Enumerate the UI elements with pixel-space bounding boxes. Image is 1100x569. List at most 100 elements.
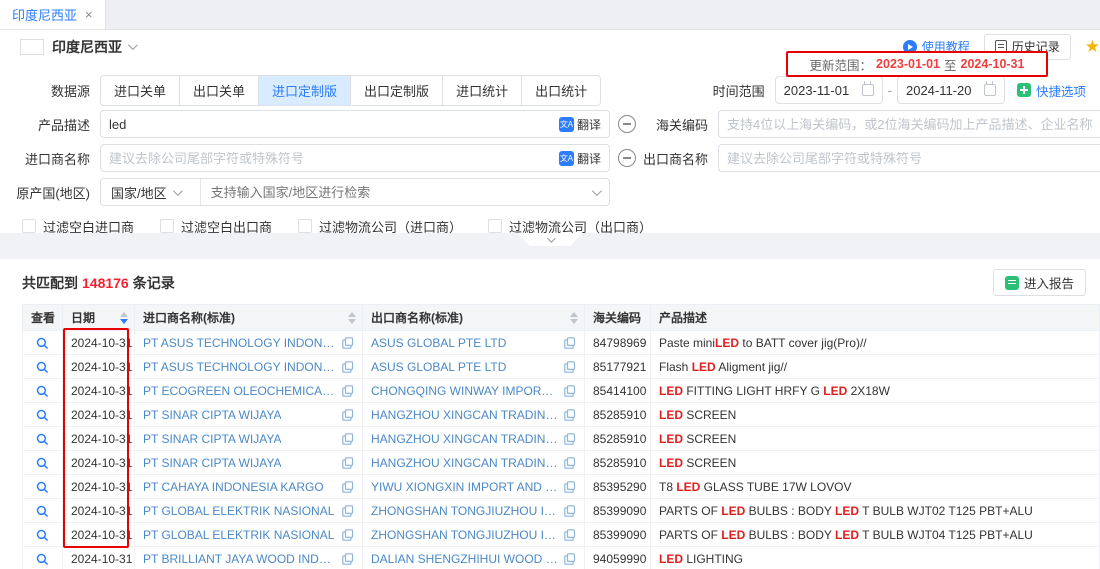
exporter-field[interactable] xyxy=(718,144,1100,172)
copy-icon[interactable] xyxy=(342,457,354,469)
copy-icon[interactable] xyxy=(342,553,354,565)
view-magnifier-icon[interactable] xyxy=(36,481,49,494)
product-desc-input[interactable] xyxy=(109,117,559,132)
checkbox-filter-blank-exporter[interactable]: 过滤空白出口商 xyxy=(160,217,272,236)
tab-export-declarations[interactable]: 出口关单 xyxy=(180,76,259,105)
exclude-icon[interactable] xyxy=(618,149,636,167)
view-cell[interactable] xyxy=(23,451,63,475)
exporter-link[interactable]: ASUS GLOBAL PTE LTD xyxy=(371,360,506,374)
checkbox-filter-blank-importer[interactable]: 过滤空白进口商 xyxy=(22,217,134,236)
exporter-link[interactable]: ZHONGSHAN TONGJIUZHOU INTERNA... xyxy=(371,528,558,542)
view-magnifier-icon[interactable] xyxy=(36,433,49,446)
view-magnifier-icon[interactable] xyxy=(36,529,49,542)
view-magnifier-icon[interactable] xyxy=(36,553,49,566)
view-magnifier-icon[interactable] xyxy=(36,337,49,350)
view-cell[interactable] xyxy=(23,427,63,451)
exporter-link[interactable]: CHONGQING WINWAY IMPORT AND E... xyxy=(371,384,558,398)
copy-icon[interactable] xyxy=(342,337,354,349)
enter-report-button[interactable]: 进入报告 xyxy=(993,269,1086,296)
sort-icons[interactable] xyxy=(348,312,356,324)
tab-import-custom[interactable]: 进口定制版 xyxy=(259,76,351,105)
col-date[interactable]: 日期 xyxy=(63,305,135,331)
sort-icons[interactable] xyxy=(570,312,578,324)
tab-export-stats[interactable]: 出口统计 xyxy=(522,76,600,105)
view-cell[interactable] xyxy=(23,499,63,523)
col-importer[interactable]: 进口商名称(标准) xyxy=(135,305,363,331)
copy-icon[interactable] xyxy=(342,433,354,445)
copy-icon[interactable] xyxy=(564,553,576,565)
quick-options-link[interactable]: 快捷选项 xyxy=(1017,81,1086,100)
view-cell[interactable] xyxy=(23,355,63,379)
view-cell[interactable] xyxy=(23,523,63,547)
copy-icon[interactable] xyxy=(342,481,354,493)
tab-export-custom[interactable]: 出口定制版 xyxy=(351,76,443,105)
copy-icon[interactable] xyxy=(564,529,576,541)
copy-icon[interactable] xyxy=(564,457,576,469)
view-magnifier-icon[interactable] xyxy=(36,457,49,470)
exporter-link[interactable]: YIWU XIONGXIN IMPORT AND EXPORT... xyxy=(371,480,558,494)
importer-input[interactable] xyxy=(109,151,559,166)
exporter-link[interactable]: ASUS GLOBAL PTE LTD xyxy=(371,336,506,350)
exporter-link[interactable]: HANGZHOU XINGCAN TRADING CO LTD xyxy=(371,408,558,422)
view-magnifier-icon[interactable] xyxy=(36,361,49,374)
col-exporter[interactable]: 出口商名称(标准) xyxy=(363,305,585,331)
importer-link[interactable]: PT BRILLIANT JAYA WOOD INDUSTRY xyxy=(143,552,336,566)
tab-indonesia[interactable]: 印度尼西亚 × xyxy=(0,0,106,29)
translate-button[interactable]: 文A 翻译 xyxy=(559,116,601,133)
view-cell[interactable] xyxy=(23,475,63,499)
view-magnifier-icon[interactable] xyxy=(36,385,49,398)
copy-icon[interactable] xyxy=(342,505,354,517)
copy-icon[interactable] xyxy=(564,433,576,445)
hs-code-input[interactable] xyxy=(727,117,1092,132)
importer-link[interactable]: PT SINAR CIPTA WIJAYA xyxy=(143,408,281,422)
tab-import-stats[interactable]: 进口统计 xyxy=(443,76,522,105)
date-from-value[interactable] xyxy=(784,83,860,98)
checkbox-filter-logistics-exporter[interactable]: 过滤物流公司（出口商） xyxy=(488,217,652,236)
copy-icon[interactable] xyxy=(342,409,354,421)
tutorial-link[interactable]: 使用教程 xyxy=(903,38,970,55)
importer-link[interactable]: PT SINAR CIPTA WIJAYA xyxy=(143,456,281,470)
importer-link[interactable]: PT GLOBAL ELEKTRIK NASIONAL xyxy=(143,528,334,542)
copy-icon[interactable] xyxy=(564,409,576,421)
checkbox-filter-logistics-importer[interactable]: 过滤物流公司（进口商） xyxy=(298,217,462,236)
exporter-input[interactable] xyxy=(727,151,1092,166)
copy-icon[interactable] xyxy=(342,361,354,373)
importer-link[interactable]: PT ECOGREEN OLEOCHEMICALS xyxy=(143,384,336,398)
exporter-link[interactable]: DALIAN SHENGZHIHUI WOOD INDUST... xyxy=(371,552,558,566)
view-cell[interactable] xyxy=(23,331,63,355)
view-magnifier-icon[interactable] xyxy=(36,409,49,422)
exporter-link[interactable]: HANGZHOU XINGCAN TRADING CO LTD xyxy=(371,456,558,470)
importer-link[interactable]: PT GLOBAL ELEKTRIK NASIONAL xyxy=(143,504,334,518)
sort-icons[interactable] xyxy=(120,312,128,324)
hs-code-field[interactable] xyxy=(718,110,1100,138)
favorite-star-icon[interactable]: ★ xyxy=(1085,37,1100,57)
origin-search-input[interactable] xyxy=(201,185,592,200)
view-magnifier-icon[interactable] xyxy=(36,505,49,518)
copy-icon[interactable] xyxy=(342,529,354,541)
tab-close-icon[interactable]: × xyxy=(85,7,93,22)
copy-icon[interactable] xyxy=(564,337,576,349)
date-to-input[interactable] xyxy=(897,76,1005,104)
date-from-input[interactable] xyxy=(775,76,883,104)
exclude-icon[interactable] xyxy=(618,115,636,133)
translate-button[interactable]: 文A 翻译 xyxy=(559,150,601,167)
view-cell[interactable] xyxy=(23,403,63,427)
product-desc-field[interactable]: 文A 翻译 xyxy=(100,110,610,138)
copy-icon[interactable] xyxy=(564,505,576,517)
importer-link[interactable]: PT SINAR CIPTA WIJAYA xyxy=(143,432,281,446)
importer-link[interactable]: PT ASUS TECHNOLOGY INDONESIA BA... xyxy=(143,360,336,374)
copy-icon[interactable] xyxy=(564,385,576,397)
view-cell[interactable] xyxy=(23,379,63,403)
date-to-value[interactable] xyxy=(906,83,982,98)
copy-icon[interactable] xyxy=(342,385,354,397)
copy-icon[interactable] xyxy=(564,361,576,373)
importer-link[interactable]: PT ASUS TECHNOLOGY INDONESIA BA... xyxy=(143,336,336,350)
history-button[interactable]: 历史记录 xyxy=(984,34,1071,60)
exporter-link[interactable]: HANGZHOU XINGCAN TRADING CO LTD xyxy=(371,432,558,446)
tab-import-declarations[interactable]: 进口关单 xyxy=(101,76,180,105)
copy-icon[interactable] xyxy=(564,481,576,493)
view-cell[interactable] xyxy=(23,547,63,569)
origin-select[interactable]: 国家/地区 xyxy=(100,178,610,206)
importer-field[interactable]: 文A 翻译 xyxy=(100,144,610,172)
origin-country-dropdown[interactable]: 国家/地区 xyxy=(101,179,201,205)
